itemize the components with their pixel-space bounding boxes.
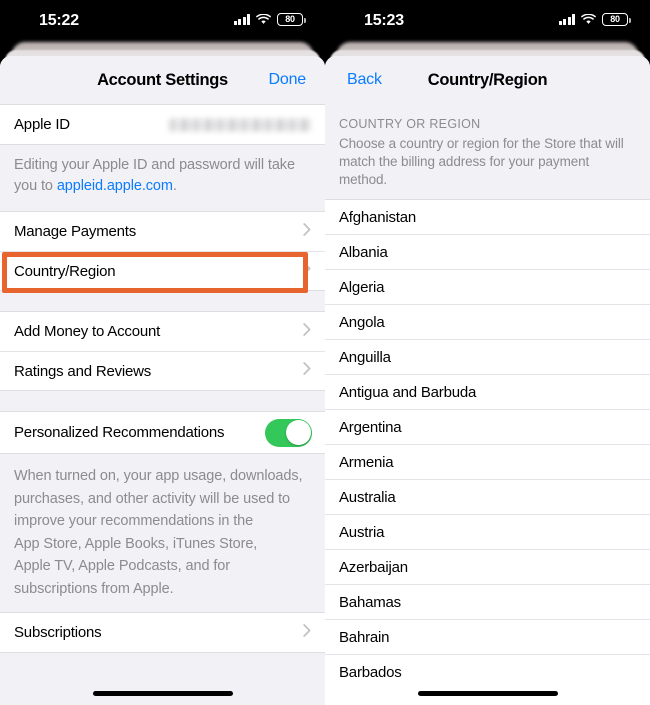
list-item[interactable]: Bahamas xyxy=(325,585,650,620)
status-bar-time: 15:23 xyxy=(364,12,404,29)
row-personalized-recommendations[interactable]: Personalized Recommendations xyxy=(0,412,325,453)
row-label: Personalized Recommendations xyxy=(14,424,225,441)
chevron-right-icon xyxy=(303,222,311,241)
subscriptions-group: Subscriptions xyxy=(0,612,325,653)
list-item[interactable]: Antigua and Barbuda xyxy=(325,375,650,410)
battery-level-label: 80 xyxy=(285,14,295,24)
country-name: Anguilla xyxy=(339,348,391,366)
country-name: Armenia xyxy=(339,453,394,471)
payments-group: Manage Payments Country/Region xyxy=(0,211,325,293)
row-apple-id[interactable]: Apple ID xyxy=(0,105,325,144)
group-spacer xyxy=(0,391,325,411)
row-add-money[interactable]: Add Money to Account xyxy=(0,312,325,351)
status-bar-indicators: 80 xyxy=(558,13,631,26)
wifi-icon xyxy=(256,14,271,25)
country-name: Azerbaijan xyxy=(339,558,408,576)
battery-icon: 80 xyxy=(277,13,306,26)
list-item[interactable]: Bahrain xyxy=(325,620,650,655)
list-item[interactable]: Algeria xyxy=(325,270,650,305)
country-name: Bahrain xyxy=(339,628,390,646)
list-item[interactable]: Austria xyxy=(325,515,650,550)
list-item[interactable]: Armenia xyxy=(325,445,650,480)
home-indicator[interactable] xyxy=(417,691,558,696)
list-item[interactable]: Anguilla xyxy=(325,340,650,375)
nav-bar-right: Back Country/Region xyxy=(325,56,650,104)
group-spacer xyxy=(0,291,325,311)
country-name: Antigua and Barbuda xyxy=(339,383,477,401)
apple-id-group: Apple ID xyxy=(0,104,325,145)
account-settings-sheet: Account Settings Done Apple ID Editing y… xyxy=(0,56,325,705)
account-actions-group: Add Money to Account Ratings and Reviews xyxy=(0,311,325,391)
section-title: COUNTRY OR REGION xyxy=(339,117,481,131)
wifi-icon xyxy=(581,14,596,25)
right-phone-screen: 15:23 80 Back Country/Region COUNTRY OR … xyxy=(325,0,650,705)
country-list-content: COUNTRY OR REGION Choose a country or re… xyxy=(325,104,650,705)
section-description: Choose a country or region for the Store… xyxy=(325,133,650,199)
personalized-recs-footnote: When turned on, your app usage, download… xyxy=(0,454,325,612)
nav-bar-left: Account Settings Done xyxy=(0,56,325,104)
account-settings-content: Apple ID Editing your Apple ID and passw… xyxy=(0,104,325,705)
page-title: Country/Region xyxy=(427,70,548,89)
toggle-knob xyxy=(285,420,311,445)
list-item[interactable]: Azerbaijan xyxy=(325,550,650,585)
status-bar-left: 15:22 80 xyxy=(0,0,325,42)
list-item[interactable]: Albania xyxy=(325,235,650,270)
home-indicator[interactable] xyxy=(92,691,233,696)
chevron-right-icon xyxy=(303,362,311,380)
country-region-sheet: Back Country/Region COUNTRY OR REGION Ch… xyxy=(325,56,650,705)
list-item[interactable]: Australia xyxy=(325,480,650,515)
country-name: Bahamas xyxy=(339,593,401,611)
signal-bars-icon xyxy=(558,14,575,25)
row-label: Subscriptions xyxy=(14,624,102,641)
left-phone-screen: 15:22 80 Account Settings Done Apple ID … xyxy=(0,0,325,705)
section-header: COUNTRY OR REGION xyxy=(325,104,650,133)
country-name: Barbados xyxy=(339,663,402,681)
personalized-recs-group: Personalized Recommendations xyxy=(0,411,325,454)
list-item[interactable]: Angola xyxy=(325,305,650,340)
row-ratings-reviews[interactable]: Ratings and Reviews xyxy=(0,351,325,390)
country-name: Austria xyxy=(339,523,385,541)
country-name: Albania xyxy=(339,243,388,261)
chevron-right-icon xyxy=(303,623,311,642)
chevron-right-icon xyxy=(303,322,311,341)
appleid-link[interactable]: appleid.apple.com xyxy=(57,178,173,194)
row-manage-payments[interactable]: Manage Payments xyxy=(0,212,325,251)
country-name: Afghanistan xyxy=(339,208,417,226)
apple-id-redacted-value xyxy=(169,118,311,131)
country-list: Afghanistan Albania Algeria Angola Angui… xyxy=(325,199,650,690)
back-button[interactable]: Back xyxy=(347,71,382,89)
chevron-right-icon xyxy=(303,262,311,280)
dual-phone-screenshot: 15:22 80 Account Settings Done Apple ID … xyxy=(0,0,650,705)
list-item[interactable]: Argentina xyxy=(325,410,650,445)
row-label: Country/Region xyxy=(14,262,116,280)
country-name: Angola xyxy=(339,313,385,331)
done-button[interactable]: Done xyxy=(269,71,307,89)
apple-id-footnote: Editing your Apple ID and password will … xyxy=(0,145,325,211)
signal-bars-icon xyxy=(233,14,250,25)
personalized-recommendations-toggle[interactable] xyxy=(265,418,312,447)
battery-level-label: 80 xyxy=(610,14,620,24)
country-name: Argentina xyxy=(339,418,402,436)
battery-icon: 80 xyxy=(602,13,631,26)
page-title: Account Settings xyxy=(97,70,228,89)
status-bar-indicators: 80 xyxy=(233,13,306,26)
row-label: Apple ID xyxy=(14,116,70,133)
row-label: Ratings and Reviews xyxy=(14,362,152,380)
list-item[interactable]: Afghanistan xyxy=(325,200,650,235)
row-label: Manage Payments xyxy=(14,223,137,240)
country-name: Algeria xyxy=(339,278,385,296)
footnote-suffix: . xyxy=(172,178,177,194)
row-country-region[interactable]: Country/Region xyxy=(0,251,325,293)
country-name: Australia xyxy=(339,488,396,506)
status-bar-time: 15:22 xyxy=(39,12,79,29)
row-subscriptions[interactable]: Subscriptions xyxy=(0,613,325,652)
status-bar-right: 15:23 80 xyxy=(325,0,650,42)
row-label: Add Money to Account xyxy=(14,323,161,340)
